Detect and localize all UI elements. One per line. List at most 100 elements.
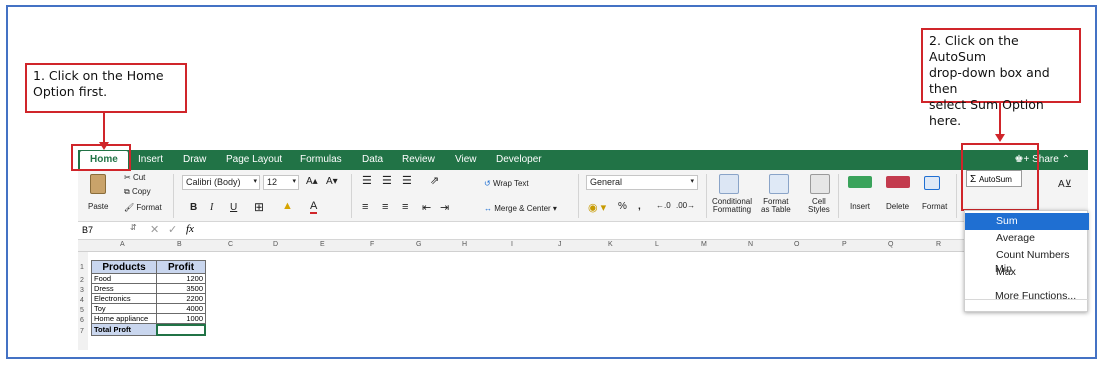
decrease-decimal-icon[interactable]: .00→ <box>676 201 695 210</box>
increase-decimal-icon[interactable]: ←.0 <box>656 201 671 210</box>
column-header[interactable]: G <box>416 241 421 248</box>
conditional-formatting-button[interactable]: Conditional Formatting <box>712 198 752 214</box>
font-size-select[interactable]: 12 ▾ <box>263 175 299 190</box>
insert-button[interactable]: Insert <box>850 202 870 211</box>
column-header[interactable]: P <box>842 241 847 248</box>
tab-insert[interactable]: Insert <box>138 154 163 165</box>
currency-icon[interactable]: ◉ ▾ <box>588 201 606 214</box>
menu-item-min[interactable]: Min <box>995 263 1012 275</box>
align-bottom-icon[interactable]: ☰ <box>402 174 412 187</box>
table-cell-product[interactable]: Electronics <box>91 294 157 304</box>
fill-icon[interactable]: A⊻ <box>1058 179 1072 190</box>
table-cell-profit[interactable]: 4000 <box>156 304 206 314</box>
menu-item-more-functions[interactable]: More Functions... <box>995 290 1076 302</box>
column-header[interactable]: I <box>511 241 513 248</box>
tab-page-layout[interactable]: Page Layout <box>226 154 282 165</box>
tab-developer[interactable]: Developer <box>496 154 542 165</box>
increase-font-size-icon[interactable]: A▴ <box>306 176 318 187</box>
column-header[interactable]: O <box>794 241 799 248</box>
column-header[interactable]: N <box>748 241 753 248</box>
enter-icon[interactable]: ✓ <box>168 223 177 236</box>
table-cell-product[interactable]: Dress <box>91 284 157 294</box>
menu-item-max[interactable]: Max <box>965 264 1089 281</box>
column-header[interactable]: F <box>370 241 374 248</box>
table-header-products[interactable]: Products <box>91 260 157 274</box>
fill-color-icon[interactable]: ▲ <box>282 200 293 212</box>
delete-button[interactable]: Delete <box>886 202 909 211</box>
column-header[interactable]: A <box>120 241 125 248</box>
tab-data[interactable]: Data <box>362 154 383 165</box>
italic-button[interactable]: I <box>210 202 213 213</box>
table-cell-product[interactable]: Food <box>91 274 157 284</box>
column-header[interactable]: M <box>701 241 707 248</box>
tab-formulas[interactable]: Formulas <box>300 154 342 165</box>
insert-cells-icon[interactable] <box>848 176 872 188</box>
column-header[interactable]: K <box>608 241 613 248</box>
decrease-indent-icon[interactable]: ⇤ <box>422 201 431 214</box>
format-painter-button[interactable]: 🖌 Format <box>124 203 162 212</box>
column-header[interactable]: H <box>462 241 467 248</box>
tab-draw[interactable]: Draw <box>183 154 206 165</box>
row-header[interactable]: 1 <box>80 264 84 271</box>
increase-indent-icon[interactable]: ⇥ <box>440 201 449 214</box>
table-header-profit[interactable]: Profit <box>156 260 206 274</box>
total-value-cell-selected[interactable] <box>156 324 206 336</box>
font-name-select[interactable]: Calibri (Body) ▾ <box>182 175 260 190</box>
tab-review[interactable]: Review <box>402 154 435 165</box>
conditional-formatting-icon[interactable] <box>719 174 739 194</box>
table-cell-profit[interactable]: 1200 <box>156 274 206 284</box>
total-label-cell[interactable]: Total Proft <box>91 324 157 336</box>
format-as-table-icon[interactable] <box>769 174 789 194</box>
insert-function-icon[interactable]: fx <box>186 223 194 235</box>
tab-view[interactable]: View <box>455 154 477 165</box>
percent-button[interactable]: % <box>618 201 627 212</box>
number-format-select[interactable]: General ▾ <box>586 175 698 190</box>
column-header[interactable]: C <box>228 241 233 248</box>
table-cell-profit[interactable]: 2200 <box>156 294 206 304</box>
row-header[interactable]: 4 <box>80 297 84 304</box>
table-cell-profit[interactable]: 3500 <box>156 284 206 294</box>
cancel-icon[interactable]: ✕ <box>150 223 159 236</box>
format-as-table-button[interactable]: Format as Table <box>761 198 791 214</box>
name-box[interactable]: B7 <box>82 225 93 235</box>
align-right-icon[interactable]: ≡ <box>402 201 408 213</box>
merge-center-button[interactable]: ↔ Merge & Center ▾ <box>484 204 557 213</box>
underline-button[interactable]: U <box>230 202 237 213</box>
cell-styles-button[interactable]: Cell Styles <box>808 198 830 214</box>
column-header[interactable]: R <box>936 241 941 248</box>
table-cell-product[interactable]: Toy <box>91 304 157 314</box>
align-top-icon[interactable]: ☰ <box>362 174 372 187</box>
copy-button[interactable]: ⧉ Copy <box>124 187 151 197</box>
borders-icon[interactable]: ⊞ <box>254 200 264 214</box>
menu-item-average[interactable]: Average <box>965 230 1089 247</box>
align-middle-icon[interactable]: ☰ <box>382 174 392 187</box>
row-header[interactable]: 3 <box>80 287 84 294</box>
cell-styles-icon[interactable] <box>810 174 830 194</box>
paste-icon[interactable] <box>90 174 106 194</box>
column-header[interactable]: E <box>320 241 325 248</box>
align-left-icon[interactable]: ≡ <box>362 201 368 213</box>
decrease-font-size-icon[interactable]: A▾ <box>326 176 338 187</box>
bold-button[interactable]: B <box>190 202 197 213</box>
row-header[interactable]: 2 <box>80 277 84 284</box>
paste-button[interactable]: Paste <box>88 202 108 211</box>
comma-button[interactable]: , <box>638 201 641 212</box>
format-cells-icon[interactable] <box>924 176 940 190</box>
table-cell-product[interactable]: Home appliance <box>91 314 157 324</box>
table-cell-profit[interactable]: 1000 <box>156 314 206 324</box>
format-button[interactable]: Format <box>922 202 947 211</box>
menu-item-sum[interactable]: Sum <box>965 213 1089 230</box>
font-color-icon[interactable]: A <box>310 200 318 214</box>
name-box-stepper-icon[interactable]: ⇵ <box>130 223 137 232</box>
column-header[interactable]: J <box>558 241 562 248</box>
menu-item-count-numbers[interactable]: Count Numbers <box>965 247 1089 264</box>
row-header[interactable]: 5 <box>80 307 84 314</box>
row-header[interactable]: 6 <box>80 317 84 324</box>
cut-button[interactable]: ✂ Cut <box>124 173 145 182</box>
column-header[interactable]: L <box>655 241 659 248</box>
align-center-icon[interactable]: ≡ <box>382 201 388 213</box>
wrap-text-button[interactable]: ↺ Wrap Text <box>484 179 529 188</box>
delete-cells-icon[interactable] <box>886 176 910 188</box>
orientation-icon[interactable]: ⇗ <box>430 174 439 187</box>
column-header[interactable]: Q <box>888 241 893 248</box>
